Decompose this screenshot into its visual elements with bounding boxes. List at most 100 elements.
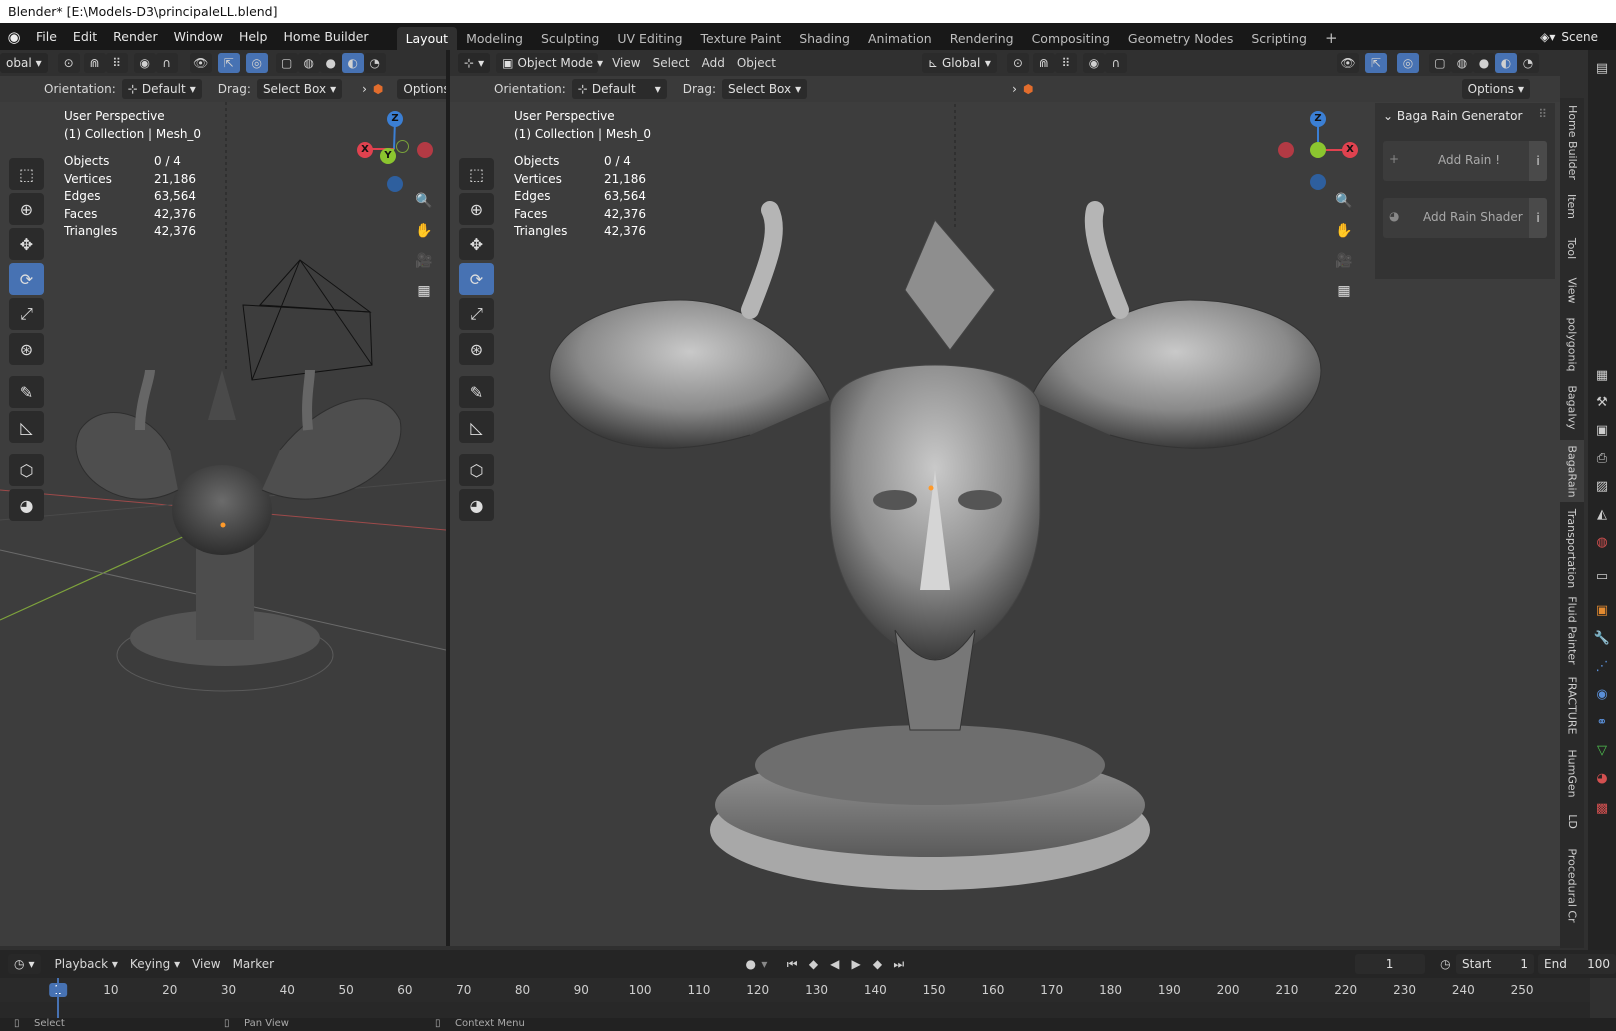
falloff-icon[interactable]: ∩ — [155, 53, 178, 73]
transform-tool-icon[interactable]: ⊛ — [9, 333, 44, 365]
pivot-icon[interactable]: ⊙ — [57, 53, 80, 73]
left-3d-viewport[interactable]: obal ▾ ⊙ ⋒ ⠿ ◉ ∩ 👁 ⇱ ◎ ▢ ◍ ● ◐ ◔ Orientat… — [0, 50, 446, 946]
pan-hand-icon[interactable]: ✋ — [1330, 218, 1358, 244]
modifier-properties-icon[interactable]: 🔧 — [1592, 628, 1612, 648]
sidebar-tab-item[interactable]: Item — [1560, 186, 1584, 226]
add-workspace-button[interactable]: + — [1316, 27, 1347, 50]
rotate-tool-icon[interactable]: ⟳ — [9, 263, 44, 295]
tab-modeling[interactable]: Modeling — [457, 27, 532, 50]
record-icon[interactable]: ● — [740, 954, 761, 974]
color-cube-icon[interactable]: ⬢ — [1023, 82, 1033, 96]
gizmo-x-axis[interactable]: X — [1342, 142, 1358, 158]
transform-orientation-dropdown[interactable]: ⊾ Global ▾ — [921, 53, 997, 73]
info-icon[interactable]: i — [1529, 198, 1547, 238]
world-properties-icon[interactable]: ◍ — [1592, 532, 1612, 552]
tab-rendering[interactable]: Rendering — [941, 27, 1023, 50]
marker-menu[interactable]: Marker — [227, 957, 280, 971]
play-reverse-icon[interactable]: ◀ — [824, 954, 845, 974]
select-box-tool-icon[interactable]: ⬚ — [459, 158, 494, 190]
gizmo-neg-z-axis[interactable] — [1310, 174, 1326, 190]
scene-properties-icon[interactable]: ◭ — [1592, 504, 1612, 524]
menu-select[interactable]: Select — [647, 56, 696, 70]
tool-properties-icon[interactable]: ⚒ — [1592, 392, 1612, 412]
info-icon[interactable]: i — [1529, 141, 1547, 181]
output-properties-icon[interactable]: ⎙ — [1592, 448, 1612, 468]
measure-tool-icon[interactable]: ◺ — [9, 411, 44, 443]
select-box-tool-icon[interactable]: ⬚ — [9, 158, 44, 190]
add-cube-tool-icon[interactable]: ⬡ — [459, 454, 494, 486]
texture-tool-icon[interactable]: ◕ — [9, 489, 44, 521]
sidebar-tab-transportation[interactable]: Transportation — [1560, 507, 1584, 589]
menu-file[interactable]: File — [28, 23, 65, 50]
timeline-view-menu[interactable]: View — [186, 957, 226, 971]
scale-tool-icon[interactable]: ⤢ — [9, 298, 44, 330]
drag-dropdown[interactable]: Select Box ▾ — [256, 79, 343, 99]
jump-end-icon[interactable]: ⏭ — [888, 954, 909, 974]
prev-keyframe-icon[interactable]: ◆ — [803, 954, 824, 974]
snap-target-icon[interactable]: ⠿ — [105, 53, 128, 73]
snap-icon[interactable]: ⋒ — [83, 53, 106, 73]
keying-menu[interactable]: Keying ▾ — [124, 957, 186, 971]
drag-handle-icon[interactable]: ⠿ — [1538, 107, 1547, 121]
current-frame-field[interactable]: 1 — [1354, 954, 1425, 974]
wireframe-shading-icon[interactable]: ◍ — [297, 53, 320, 73]
solid-shading-icon[interactable]: ● — [319, 53, 342, 73]
orientation-dropdown[interactable]: ⊹ Default ▾ — [121, 79, 202, 99]
play-icon[interactable]: ▶ — [845, 954, 866, 974]
timeline-editor-type-button[interactable]: ◷ ▾ — [8, 954, 41, 974]
add-rain-button[interactable]: + Add Rain ! i — [1383, 141, 1547, 181]
menu-view[interactable]: View — [606, 56, 646, 70]
sidebar-tab-bagarain[interactable]: BagaRain — [1560, 440, 1584, 502]
xray-icon[interactable]: ▢ — [1428, 53, 1451, 73]
editor-type-button[interactable]: ⊹ ▾ — [458, 53, 491, 73]
solid-shading-icon[interactable]: ● — [1472, 53, 1495, 73]
end-frame-field[interactable]: End 100 — [1538, 954, 1616, 974]
texture-tool-icon[interactable]: ◕ — [459, 489, 494, 521]
gizmo-y-axis[interactable] — [1310, 142, 1326, 158]
move-tool-icon[interactable]: ✥ — [459, 228, 494, 260]
physics-properties-icon[interactable]: ◉ — [1592, 684, 1612, 704]
add-cube-tool-icon[interactable]: ⬡ — [9, 454, 44, 486]
sidebar-tab-view[interactable]: View — [1560, 271, 1584, 309]
outliner-icon[interactable]: ▤ — [1592, 58, 1612, 78]
playback-menu[interactable]: Playback ▾ — [49, 957, 124, 971]
gizmo-neg-x-axis[interactable] — [1278, 142, 1294, 158]
tab-uv-editing[interactable]: UV Editing — [608, 27, 691, 50]
material-shading-icon[interactable]: ◐ — [341, 53, 364, 73]
data-properties-icon[interactable]: ▽ — [1592, 740, 1612, 760]
left-navigation-gizmo[interactable]: Z X Y — [350, 106, 440, 196]
chevron-right-icon[interactable]: › — [362, 82, 367, 96]
proportional-edit-icon[interactable]: ◉ — [133, 53, 156, 73]
sidebar-tab-tool[interactable]: Tool — [1560, 231, 1584, 266]
gizmo-neg-x-axis[interactable] — [417, 142, 433, 158]
gizmo-y-axis[interactable]: Y — [380, 148, 396, 164]
tab-layout[interactable]: Layout — [396, 27, 458, 50]
gizmo-neg-z-axis[interactable] — [387, 176, 403, 192]
gizmo-z-axis[interactable]: Z — [1310, 111, 1326, 127]
snap-target-icon[interactable]: ⠿ — [1054, 53, 1077, 73]
sidebar-tab-home-builder[interactable]: Home Builder — [1560, 103, 1584, 181]
tab-animation[interactable]: Animation — [859, 27, 941, 50]
object-mode-dropdown[interactable]: ▣ Object Mode ▾ — [496, 53, 603, 73]
blender-logo-icon[interactable]: ◉ — [0, 23, 28, 50]
pan-hand-icon[interactable]: ✋ — [410, 218, 438, 244]
material-shading-icon[interactable]: ◐ — [1494, 53, 1517, 73]
measure-tool-icon[interactable]: ◺ — [459, 411, 494, 443]
transform-orientation-dropdown[interactable]: obal ▾ — [0, 53, 48, 73]
rendered-shading-icon[interactable]: ◔ — [1516, 53, 1539, 73]
view-layer-properties-icon[interactable]: ▨ — [1592, 476, 1612, 496]
sidebar-tab-ld[interactable]: LD — [1560, 807, 1584, 835]
material-properties-icon[interactable]: ◕ — [1592, 768, 1612, 788]
preview-range-icon[interactable]: ◷ — [1435, 954, 1456, 974]
collection-properties-icon[interactable]: ▭ — [1592, 566, 1612, 586]
tab-compositing[interactable]: Compositing — [1023, 27, 1119, 50]
camera-icon[interactable]: 🎥 — [1330, 248, 1358, 274]
move-tool-icon[interactable]: ✥ — [9, 228, 44, 260]
sidebar-tab-humgen[interactable]: HumGen — [1560, 744, 1584, 802]
tab-shading[interactable]: Shading — [790, 27, 859, 50]
zoom-icon[interactable]: 🔍 — [410, 188, 438, 214]
rotate-tool-icon[interactable]: ⟳ — [459, 263, 494, 295]
drag-dropdown[interactable]: Select Box ▾ — [721, 79, 808, 99]
visibility-icon[interactable]: 👁 — [189, 53, 212, 73]
menu-add[interactable]: Add — [696, 56, 731, 70]
